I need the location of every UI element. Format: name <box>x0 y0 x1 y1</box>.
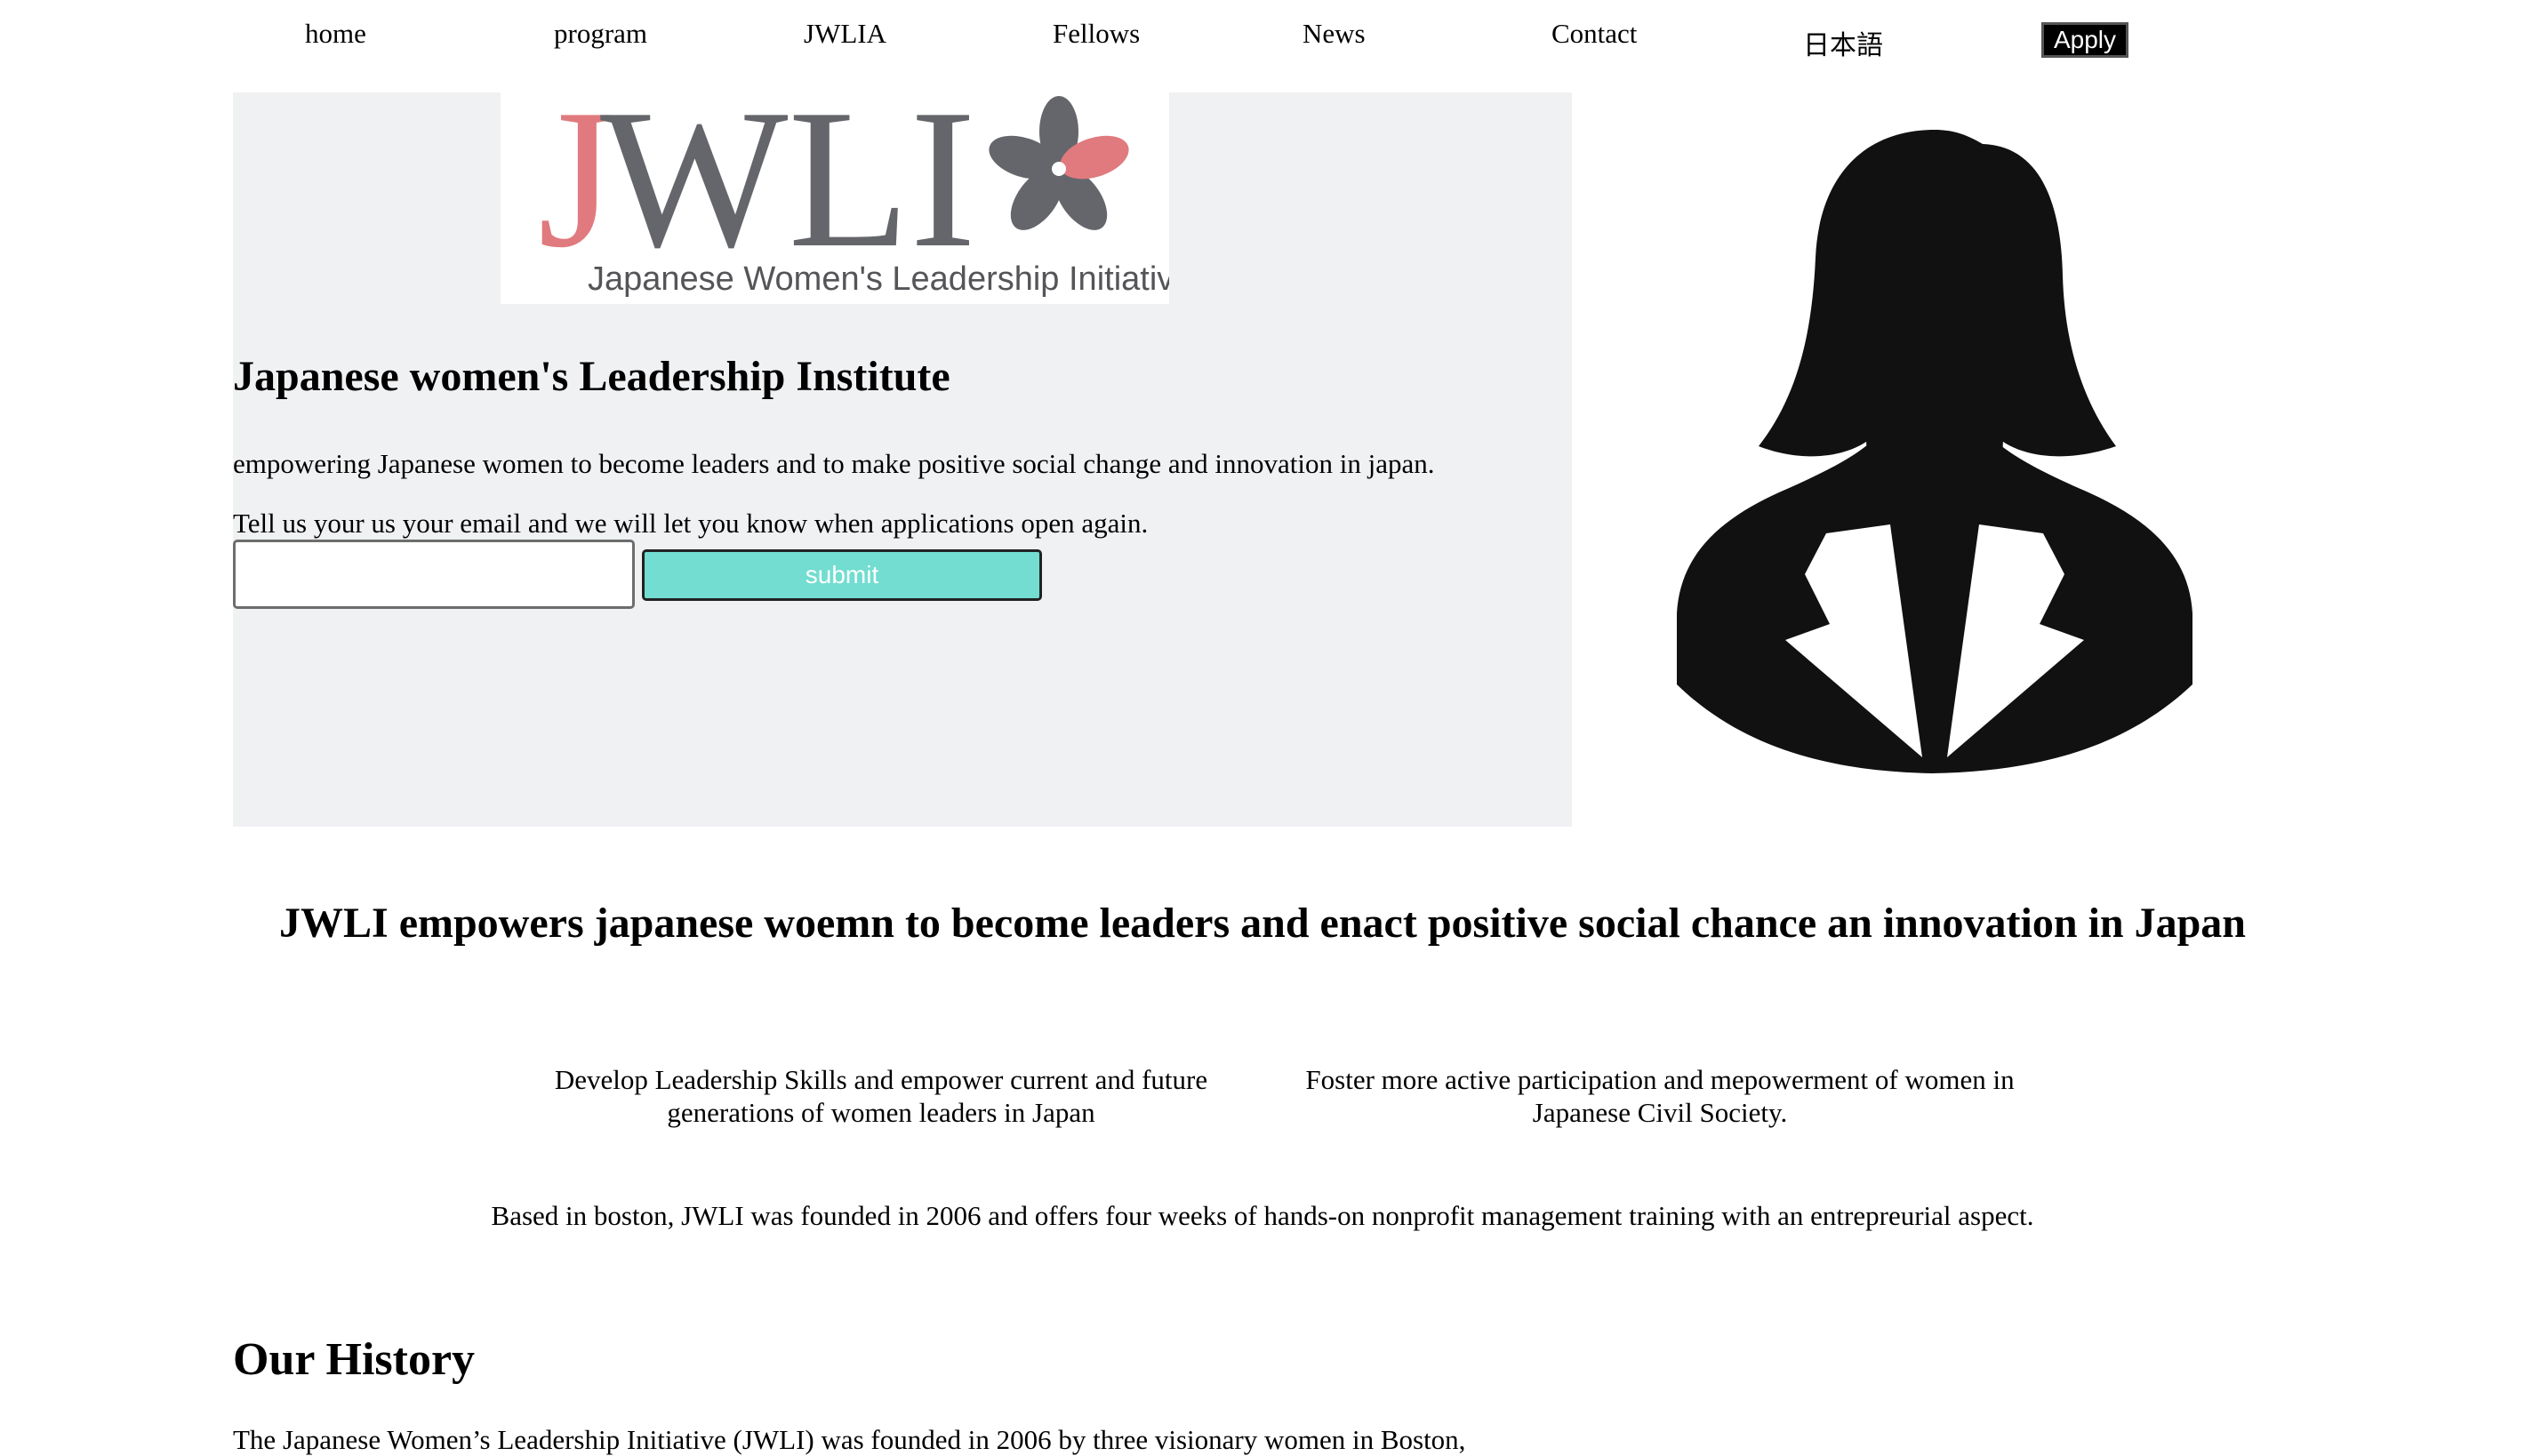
email-input[interactable] <box>233 540 635 609</box>
nav-link-fellows[interactable]: Fellows <box>1053 18 1140 50</box>
top-nav: home program JWLIA Fellows News Contact … <box>0 0 2525 89</box>
jwli-logo: J WLI Japanese Women's Leadership Initia… <box>501 92 1169 304</box>
about-text: Based in boston, JWLI was founded in 200… <box>491 1200 2034 1231</box>
hero-description: empowering Japanese women to become lead… <box>233 448 1435 479</box>
history-text: The Japanese Women’s Leadership Initiati… <box>233 1424 1466 1455</box>
logo-letters-wli: WLI <box>600 92 976 289</box>
apply-button[interactable]: Apply <box>2041 22 2128 58</box>
history-title: Our History <box>233 1334 476 1385</box>
nav-link-home[interactable]: home <box>305 18 366 50</box>
logo-tagline: Japanese Women's Leadership Initiative <box>588 260 1169 298</box>
nav-link-program[interactable]: program <box>554 18 647 50</box>
submit-button[interactable]: submit <box>642 549 1042 601</box>
nav-link-jwlia[interactable]: JWLIA <box>804 18 886 50</box>
hero-title: Japanese women's Leadership Institute <box>233 353 950 400</box>
nav-link-news[interactable]: News <box>1303 18 1366 50</box>
pillar-civil-society: Foster more active participation and mep… <box>1305 1064 2015 1128</box>
nav-link-contact[interactable]: Contact <box>1551 18 1637 50</box>
sakura-flower-icon <box>989 96 1129 230</box>
pillar-leadership-skills: Develop Leadership Skills and empower cu… <box>554 1064 1208 1128</box>
businesswoman-silhouette-icon <box>1663 116 2205 791</box>
mission-heading: JWLI empowers japanese woemn to become l… <box>279 900 2246 947</box>
email-prompt: Tell us your us your email and we will l… <box>233 508 1149 539</box>
nav-link-japanese[interactable]: 日本語 <box>1803 23 1883 62</box>
